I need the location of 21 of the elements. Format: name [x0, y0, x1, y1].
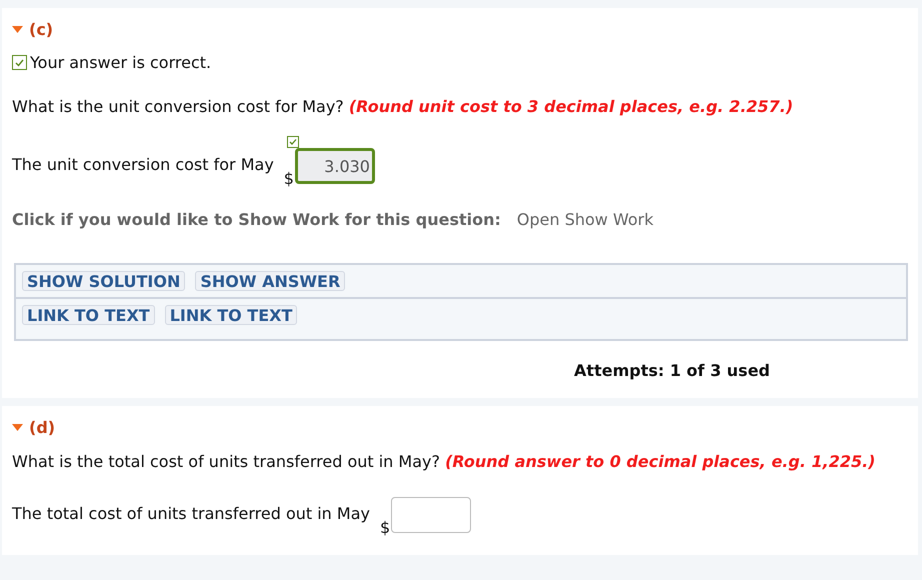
part-label: (d)	[29, 418, 56, 437]
triangle-icon[interactable]	[12, 424, 23, 431]
open-show-work-link[interactable]: Open Show Work	[516, 210, 654, 229]
currency-sign: $	[284, 169, 294, 188]
check-icon	[286, 136, 299, 148]
help-button[interactable]: LINK TO TEXT	[164, 305, 298, 325]
question-text: What is the unit conversion cost for May? (Round unit cost to 3 decimal places, e.g. 2.257.)	[12, 96, 794, 118]
help-button[interactable]: SHOW SOLUTION	[22, 271, 186, 291]
attempts-text: Attempts: 1 of 3 used	[574, 361, 770, 380]
answer-label: The total cost of units transferred out in May	[12, 504, 370, 523]
help-button[interactable]: SHOW ANSWER	[195, 271, 346, 291]
result-text: Your answer is correct.	[30, 53, 212, 72]
show-work-prompt: Click if you would like to Show Work for this question:	[12, 210, 501, 229]
answer-field[interactable]	[391, 497, 472, 533]
part-label: (c)	[29, 20, 54, 39]
answer-label: The unit conversion cost for May	[12, 155, 274, 174]
answer-field[interactable]: 3.030	[294, 148, 375, 184]
currency-sign: $	[380, 518, 390, 537]
triangle-icon[interactable]	[12, 26, 23, 33]
question-text: What is the total cost of units transferred out in May? (Round answer to 0 decimal places, e.g. 1,225.)	[12, 451, 876, 473]
help-button[interactable]: LINK TO TEXT	[22, 305, 155, 325]
